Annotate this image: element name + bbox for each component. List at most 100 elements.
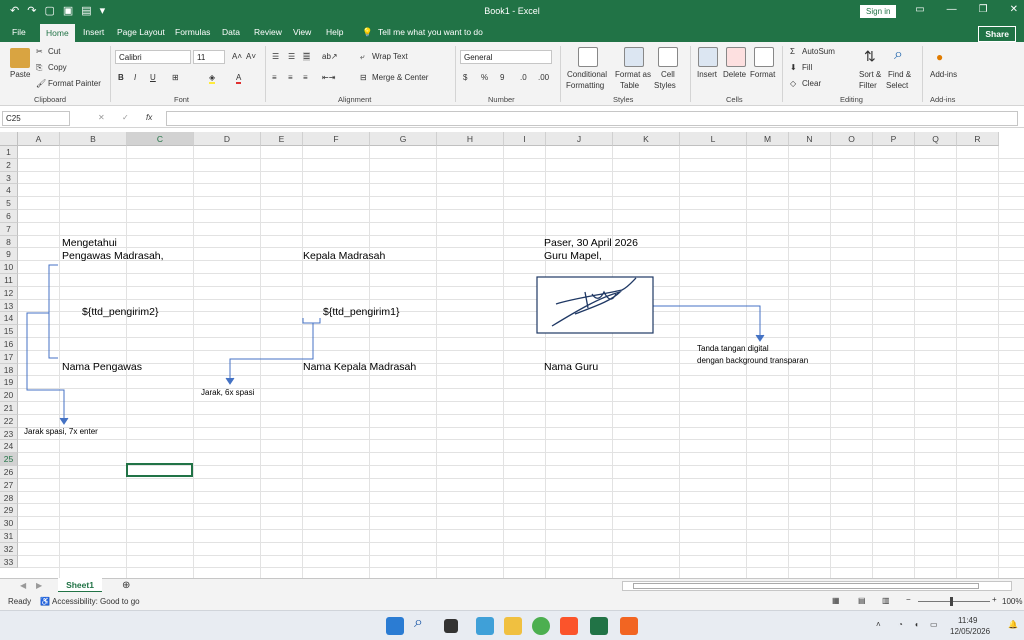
insert-cells-button[interactable]: Insert <box>697 70 717 79</box>
percent-icon[interactable]: % <box>481 73 488 82</box>
borders-icon[interactable]: ⊞ <box>172 73 179 82</box>
indent-icon[interactable]: ⇤⇥ <box>322 73 335 82</box>
name-box[interactable]: C25 <box>2 111 70 126</box>
cell-styles-icon[interactable] <box>658 47 678 67</box>
underline-icon[interactable]: U <box>150 73 156 82</box>
page-break-view-icon[interactable]: ▥ <box>882 596 890 605</box>
notification-icon[interactable]: 🔔 <box>1008 620 1018 629</box>
normal-view-icon[interactable]: ▦ <box>832 596 840 605</box>
zoom-slider-thumb[interactable] <box>950 597 953 606</box>
increase-font-icon[interactable]: A˄ <box>232 52 242 61</box>
excel-taskbar-icon[interactable] <box>590 617 608 635</box>
fill-color-icon[interactable]: ◈ <box>209 73 216 84</box>
sign-in-button[interactable]: Sign in <box>860 5 897 18</box>
number-format-select[interactable]: General <box>460 50 552 64</box>
file-explorer-icon[interactable] <box>504 617 522 635</box>
scroll-right-icon[interactable]: ▶ <box>36 581 42 590</box>
search-icon[interactable]: ⌕ <box>414 614 423 632</box>
decrease-font-icon[interactable]: A˅ <box>246 52 256 61</box>
find-select-button[interactable]: Find & <box>888 70 911 79</box>
sheet-tab-sheet1[interactable]: Sheet1 <box>58 578 102 593</box>
sort-filter-icon[interactable]: ⇅ <box>864 48 876 65</box>
cut-button[interactable]: Cut <box>48 47 60 56</box>
tab-page-layout[interactable]: Page Layout <box>117 27 165 37</box>
tab-home[interactable]: Home <box>40 24 75 42</box>
font-color-icon[interactable]: A <box>236 73 242 84</box>
addins-icon[interactable]: ● <box>936 50 943 64</box>
conditional-formatting-button[interactable]: Conditional <box>567 70 607 79</box>
battery-icon[interactable]: ▭ <box>930 620 938 629</box>
share-button[interactable]: Share <box>978 26 1016 42</box>
merge-center-button[interactable]: Merge & Center <box>372 73 428 82</box>
brave-icon[interactable] <box>560 617 578 635</box>
app-taskbar-icon[interactable] <box>620 617 638 635</box>
zoom-slider[interactable] <box>918 601 990 602</box>
new-sheet-icon[interactable]: ⊕ <box>122 580 130 591</box>
chrome-icon[interactable] <box>532 617 550 635</box>
italic-icon[interactable]: I <box>134 73 136 82</box>
align-middle-icon[interactable]: ☰ <box>288 52 295 61</box>
delete-cells-button[interactable]: Delete <box>723 70 746 79</box>
copy-button[interactable]: Copy <box>48 63 67 72</box>
increase-decimal-icon[interactable]: .0 <box>520 73 527 82</box>
autosum-button[interactable]: AutoSum <box>802 47 835 56</box>
font-size-select[interactable]: 11 <box>193 50 225 64</box>
align-left-icon[interactable]: ≡ <box>272 73 277 82</box>
insert-cells-icon[interactable] <box>698 47 718 67</box>
zoom-in-icon[interactable]: + <box>992 595 997 604</box>
zoom-level[interactable]: 100% <box>1002 597 1022 606</box>
wrap-text-button[interactable]: Wrap Text <box>372 52 408 61</box>
decrease-decimal-icon[interactable]: .00 <box>538 73 549 82</box>
addins-button[interactable]: Add-ins <box>930 70 957 79</box>
tab-insert[interactable]: Insert <box>83 27 104 37</box>
align-bottom-icon[interactable]: ☰ <box>303 52 311 61</box>
clear-button[interactable]: Clear <box>802 79 821 88</box>
clock-date[interactable]: 12/05/2026 <box>950 627 990 636</box>
clock-time[interactable]: 11:49 <box>958 616 977 625</box>
page-layout-view-icon[interactable]: ▤ <box>858 596 866 605</box>
align-center-icon[interactable]: ≡ <box>288 73 293 82</box>
scrollbar-thumb[interactable] <box>633 583 979 589</box>
tab-file[interactable]: File <box>12 27 26 37</box>
close-icon[interactable]: ✕ <box>1010 4 1018 15</box>
zoom-out-icon[interactable]: − <box>906 595 911 604</box>
scroll-left-icon[interactable]: ◀ <box>20 581 26 590</box>
start-icon[interactable] <box>386 617 404 635</box>
align-right-icon[interactable]: ≡ <box>303 73 308 82</box>
find-select-icon[interactable]: ⌕ <box>894 46 903 64</box>
wifi-icon[interactable]: ◔ <box>898 620 903 629</box>
tab-help[interactable]: Help <box>326 27 343 37</box>
tab-view[interactable]: View <box>293 27 311 37</box>
tray-chevron-icon[interactable]: ˄ <box>876 620 881 629</box>
enter-icon[interactable]: ✓ <box>122 113 129 122</box>
tab-data[interactable]: Data <box>222 27 240 37</box>
paste-button[interactable]: Paste <box>10 70 30 79</box>
bold-icon[interactable]: B <box>118 73 124 82</box>
minimize-icon[interactable]: — <box>947 4 957 15</box>
format-painter-button[interactable]: Format Painter <box>48 79 101 88</box>
accessibility-status[interactable]: Accessibility: Good to go <box>52 597 140 606</box>
accounting-icon[interactable]: $ <box>463 73 467 82</box>
cell-styles-button[interactable]: Cell <box>661 70 675 79</box>
format-as-table-icon[interactable] <box>624 47 644 67</box>
restore-icon[interactable]: ❐ <box>979 4 988 15</box>
paste-icon[interactable] <box>10 48 30 68</box>
align-top-icon[interactable]: ☰ <box>272 52 279 61</box>
widgets-icon[interactable] <box>476 617 494 635</box>
orientation-icon[interactable]: ab↗ <box>322 52 338 61</box>
comma-icon[interactable]: 9 <box>500 73 504 82</box>
cancel-icon[interactable]: ✕ <box>98 113 105 122</box>
horizontal-scrollbar[interactable] <box>622 581 1012 591</box>
tab-review[interactable]: Review <box>254 27 282 37</box>
format-cells-button[interactable]: Format <box>750 70 775 79</box>
tab-formulas[interactable]: Formulas <box>175 27 210 37</box>
format-cells-icon[interactable] <box>754 47 774 67</box>
insert-function-icon[interactable]: fx <box>146 113 152 122</box>
sort-filter-button[interactable]: Sort & <box>859 70 881 79</box>
task-view-icon[interactable] <box>444 619 458 633</box>
delete-cells-icon[interactable] <box>726 47 746 67</box>
formula-input[interactable] <box>166 111 1018 126</box>
tell-me-box[interactable]: Tell me what you want to do <box>378 27 483 37</box>
ribbon-display-icon[interactable]: ▭ <box>915 4 924 15</box>
worksheet-grid[interactable]: ABCDEFGHIJKLMNOPQR 1 2 3 4 5 6 7 8 9 10 11 12 13 14 15… <box>0 132 1024 578</box>
